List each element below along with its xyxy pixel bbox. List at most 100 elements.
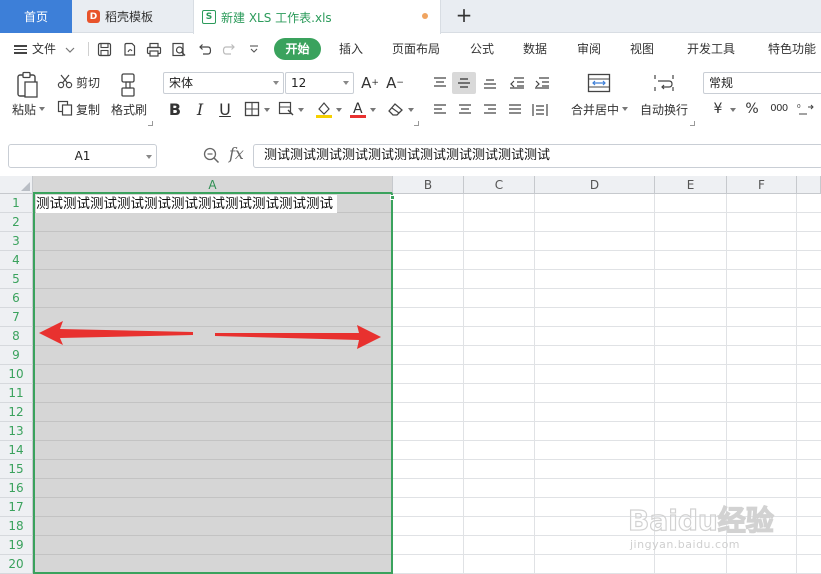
row-header[interactable]: 12 <box>0 403 33 422</box>
fill-color-dropdown-icon[interactable] <box>336 108 342 112</box>
redo-icon[interactable] <box>220 40 238 58</box>
column-header-c[interactable]: C <box>464 176 535 194</box>
tab-page-layout[interactable]: 页面布局 <box>392 34 440 64</box>
new-tab-button[interactable]: + <box>452 4 476 28</box>
row-header[interactable]: 15 <box>0 460 33 479</box>
magnifier-icon[interactable] <box>203 147 220 167</box>
align-center-icon[interactable] <box>455 100 475 120</box>
alignment-group-launcher-icon[interactable] <box>690 121 695 126</box>
thousands-separator-button[interactable]: 000 <box>766 98 792 118</box>
font-color-icon[interactable]: A <box>348 99 368 119</box>
distributed-align-icon[interactable] <box>530 100 550 120</box>
align-left-icon[interactable] <box>430 100 450 120</box>
column-header-d[interactable]: D <box>535 176 655 194</box>
row-header[interactable]: 7 <box>0 308 33 327</box>
tab-workbook[interactable]: S 新建 XLS 工作表.xls <box>193 0 441 34</box>
tab-data[interactable]: 数据 <box>523 34 547 64</box>
increase-font-size-icon[interactable]: A + <box>360 73 380 93</box>
merge-center-dropdown-icon[interactable] <box>622 107 628 111</box>
clear-format-dropdown-icon[interactable] <box>408 108 414 112</box>
format-painter-button[interactable]: 格式刷 <box>111 101 147 118</box>
borders-icon[interactable] <box>242 99 262 119</box>
number-format-select[interactable]: 常规 <box>703 72 821 94</box>
tab-view[interactable]: 视图 <box>630 34 654 64</box>
align-bottom-icon[interactable] <box>480 73 500 93</box>
row-header[interactable]: 9 <box>0 346 33 365</box>
paste-dropdown-icon[interactable] <box>39 107 45 111</box>
row-header[interactable]: 10 <box>0 365 33 384</box>
bold-icon[interactable]: B <box>165 99 185 119</box>
row-header[interactable]: 2 <box>0 213 33 232</box>
row-header[interactable]: 1 <box>0 194 33 213</box>
row-header[interactable]: 6 <box>0 289 33 308</box>
tab-review[interactable]: 审阅 <box>577 34 601 64</box>
font-name-select[interactable]: 宋体 <box>163 72 284 94</box>
column-header-b[interactable]: B <box>393 176 464 194</box>
copy-button[interactable]: 复制 <box>76 101 100 118</box>
font-size-select[interactable]: 12 <box>285 72 354 94</box>
cut-button[interactable]: 剪切 <box>76 74 100 91</box>
cell-a1[interactable]: 测试测试测试测试测试测试测试测试测试测试测试 <box>36 195 337 213</box>
tab-home[interactable]: 首页 <box>0 0 72 33</box>
row-header[interactable]: 13 <box>0 422 33 441</box>
undo-icon[interactable] <box>195 40 213 58</box>
align-middle-icon[interactable] <box>452 72 476 94</box>
row-header[interactable]: 11 <box>0 384 33 403</box>
underline-icon[interactable]: U <box>215 99 235 119</box>
row-header[interactable]: 19 <box>0 536 33 555</box>
row-header[interactable]: 4 <box>0 251 33 270</box>
tab-formula[interactable]: 公式 <box>470 34 494 64</box>
increase-indent-icon[interactable] <box>532 73 552 93</box>
borders-dropdown-icon[interactable] <box>264 108 270 112</box>
row-header[interactable]: 5 <box>0 270 33 289</box>
tab-special-features[interactable]: 特色功能 <box>768 34 816 64</box>
fill-handle[interactable] <box>390 195 395 200</box>
row-header[interactable]: 3 <box>0 232 33 251</box>
fill-color-icon[interactable] <box>314 99 334 119</box>
currency-dropdown-icon[interactable] <box>730 108 736 112</box>
justify-icon[interactable] <box>505 100 525 120</box>
print-preview-icon[interactable] <box>170 40 188 58</box>
font-color-dropdown-icon[interactable] <box>370 108 376 112</box>
tab-start[interactable]: 开始 <box>274 38 321 60</box>
merge-center-button[interactable]: 合并居中 <box>571 101 619 118</box>
export-pdf-icon[interactable] <box>120 40 138 58</box>
wrap-text-button[interactable]: 自动换行 <box>640 101 688 118</box>
column-header-a[interactable]: A <box>33 176 393 194</box>
decrease-indent-icon[interactable] <box>507 73 527 93</box>
selected-column-a[interactable] <box>33 194 393 574</box>
formula-input[interactable]: 测试测试测试测试测试测试测试测试测试测试测试 <box>253 144 821 168</box>
paste-button[interactable] <box>14 70 42 100</box>
row-header[interactable]: 17 <box>0 498 33 517</box>
clipboard-group-launcher-icon[interactable] <box>148 121 153 126</box>
row-header[interactable]: 16 <box>0 479 33 498</box>
select-all-button[interactable] <box>0 176 33 194</box>
tab-developer[interactable]: 开发工具 <box>687 34 735 64</box>
align-right-icon[interactable] <box>480 100 500 120</box>
quick-access-more-icon[interactable] <box>245 40 263 58</box>
name-box[interactable]: A1 <box>8 144 157 168</box>
row-header[interactable]: 18 <box>0 517 33 536</box>
align-top-icon[interactable] <box>430 73 450 93</box>
row-header[interactable]: 20 <box>0 555 33 574</box>
print-icon[interactable] <box>145 40 163 58</box>
font-group-launcher-icon[interactable] <box>414 121 419 126</box>
tab-daoke-templates[interactable]: D 稻壳模板 <box>77 0 190 33</box>
file-menu[interactable]: 文件 <box>14 34 75 64</box>
decimal-icon[interactable]: ⁰ <box>796 99 816 119</box>
column-header-f[interactable]: F <box>727 176 797 194</box>
column-header-e[interactable]: E <box>655 176 727 194</box>
clear-format-eraser-icon[interactable] <box>386 99 406 119</box>
name-box-dropdown-icon[interactable] <box>146 155 152 159</box>
save-icon[interactable] <box>95 40 113 58</box>
tab-insert[interactable]: 插入 <box>339 34 363 64</box>
row-header[interactable]: 14 <box>0 441 33 460</box>
italic-icon[interactable]: I <box>190 99 210 119</box>
currency-format-button[interactable]: ¥ <box>708 99 728 119</box>
decrease-font-size-icon[interactable]: A − <box>385 73 405 93</box>
insert-function-icon[interactable]: fx <box>229 144 244 163</box>
percent-format-button[interactable]: % <box>742 99 762 119</box>
row-header[interactable]: 8 <box>0 327 33 346</box>
cell-style-icon[interactable] <box>276 99 296 119</box>
cell-style-dropdown-icon[interactable] <box>298 108 304 112</box>
